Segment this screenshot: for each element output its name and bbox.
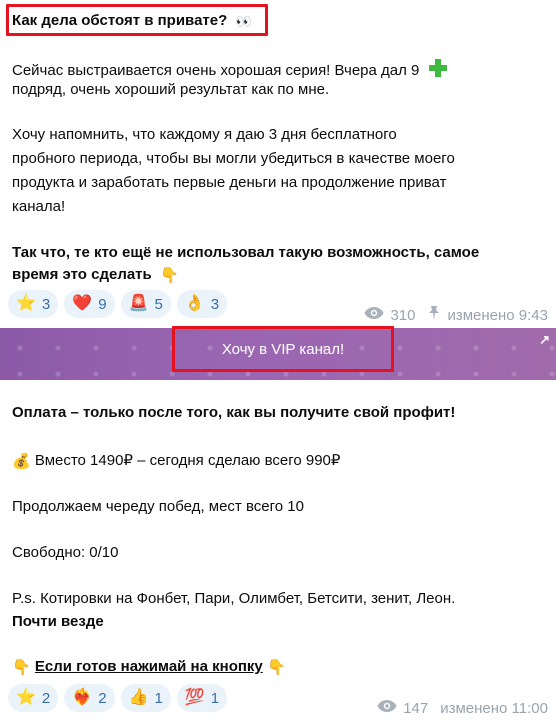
reaction-heart[interactable]: ❤️ 9	[64, 290, 115, 318]
cta-line: 👇 Если готов нажимай на кнопку 👇	[12, 656, 286, 678]
eye-icon	[364, 306, 384, 324]
reaction-siren[interactable]: 🚨 5	[120, 290, 171, 318]
post-para-line: Хочу напомнить, что каждому я даю 3 дня …	[12, 126, 397, 143]
pointing-down-hand-icon: 👇	[12, 658, 31, 676]
reaction-count: 9	[98, 295, 107, 313]
ps-line-1: P.s. Котировки на Фонбет, Пари, Олимбет,…	[12, 590, 456, 607]
reaction-count: 2	[98, 689, 107, 707]
title-highlight	[6, 4, 268, 36]
reaction-count: 1	[210, 689, 220, 707]
ok-hand-icon: 👌	[184, 295, 205, 312]
views-count: 310	[390, 306, 416, 324]
reaction-count: 3	[210, 295, 220, 313]
pin-icon	[427, 305, 441, 325]
green-plus-icon	[428, 58, 448, 84]
heart-icon: ❤️	[72, 295, 93, 312]
star-icon: ⭐	[16, 689, 36, 706]
post-para-line: продукта и заработать первые деньги на п…	[12, 174, 447, 191]
reaction-thumbs-up[interactable]: 👍 1	[120, 684, 171, 712]
payment-heading: Оплата – только после того, как вы получ…	[12, 404, 456, 421]
edited-time: изменено 11:00	[440, 699, 548, 717]
post-bold-line-1: Так что, те кто ещё не использовал такую…	[12, 244, 480, 261]
external-link-icon: ↗	[539, 332, 550, 347]
pointing-down-hand-icon: 👇	[159, 266, 179, 284]
message-card-1: Как дела обстоят в привате? 👀 Сейчас выс…	[0, 0, 556, 328]
money-bag-icon: 💰	[12, 452, 31, 470]
siren-icon: 🚨	[128, 295, 149, 312]
reaction-count: 1	[154, 689, 163, 707]
reactions-bar: ⭐ 2 ❤️‍🔥 2 👍 1 💯 1	[8, 684, 228, 712]
reaction-count: 3	[41, 295, 51, 313]
hundred-icon: 💯	[184, 689, 205, 706]
star-icon: ⭐	[16, 295, 36, 312]
post-bold-line-2: время это сделать 👇	[12, 266, 179, 284]
vip-button-label: Хочу в VIP канал!	[221, 340, 345, 358]
edited-time: изменено 9:43	[447, 306, 548, 324]
message-meta: 147 изменено 11:00	[377, 699, 548, 717]
reaction-star[interactable]: ⭐ 3	[8, 290, 59, 318]
reactions-bar: ⭐ 3 ❤️ 9 🚨 5 👌 3	[8, 290, 228, 318]
reaction-count: 5	[154, 295, 163, 313]
post-line-2: подряд, очень хороший результат как по м…	[12, 81, 330, 98]
message-meta: 310 изменено 9:43	[364, 305, 548, 325]
pointing-down-hand-icon: 👇	[266, 658, 286, 676]
reaction-hundred[interactable]: 💯 1	[176, 684, 228, 712]
post-para-line: пробного периода, чтобы вы могли убедить…	[12, 150, 455, 167]
ps-line-2: Почти везде	[12, 613, 104, 630]
message-card-2: Оплата – только после того, как вы получ…	[0, 380, 556, 726]
heart-fire-icon: ❤️‍🔥	[72, 689, 93, 706]
cta-link[interactable]: Если готов нажимай на кнопку	[35, 658, 263, 675]
price-line: 💰 Вместо 1490₽ – сегодня сделаю всего 99…	[12, 452, 341, 470]
thumbs-up-icon: 👍	[128, 689, 149, 706]
eye-icon	[377, 699, 397, 717]
vip-channel-button[interactable]: Хочу в VIP канал!	[172, 326, 394, 372]
reaction-count: 2	[41, 689, 51, 707]
reaction-ok-hand[interactable]: 👌 3	[176, 290, 228, 318]
streak-line: Продолжаем череду побед, мест всего 10	[12, 498, 304, 515]
reaction-heart-fire[interactable]: ❤️‍🔥 2	[64, 684, 115, 712]
reaction-star[interactable]: ⭐ 2	[8, 684, 59, 712]
free-slots-line: Свободно: 0/10	[12, 544, 119, 561]
views-count: 147	[403, 699, 429, 717]
post-para-line: канала!	[12, 198, 66, 215]
